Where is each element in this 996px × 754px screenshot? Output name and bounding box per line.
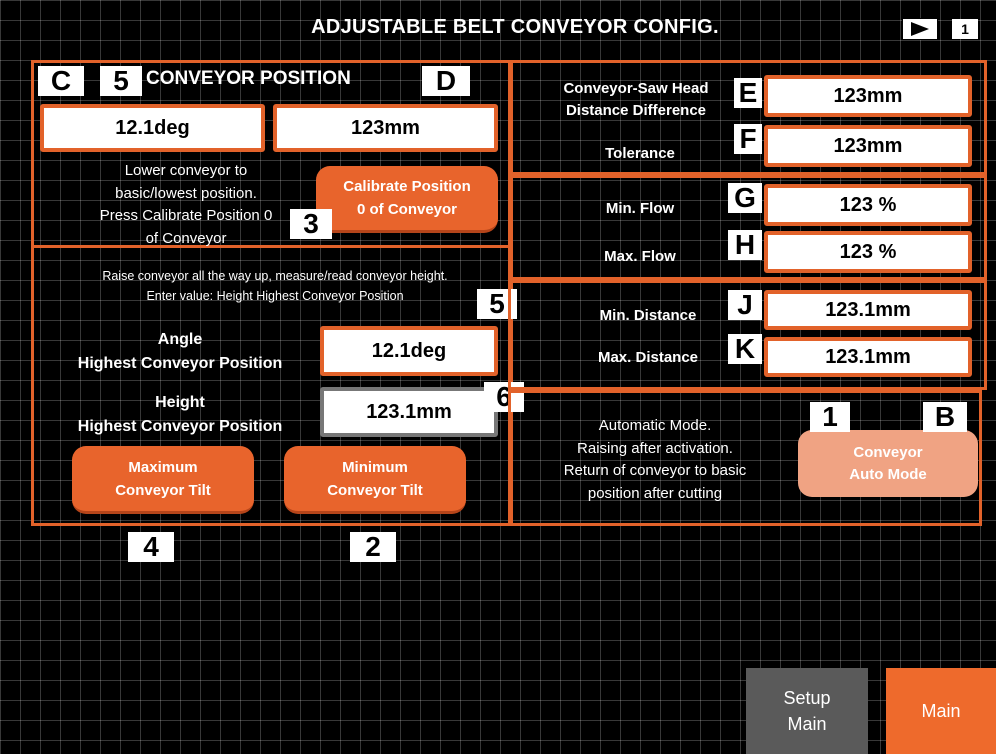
angle-highest-field[interactable]: 12.1deg xyxy=(320,326,498,376)
next-page-button[interactable] xyxy=(902,18,938,40)
label-line: Conveyor-Saw Head xyxy=(563,80,709,97)
distance-difference-field[interactable]: 123mm xyxy=(764,75,972,117)
min-distance-field[interactable]: 123.1mm xyxy=(764,290,972,330)
calibrate-instructions: Lower conveyor to basic/lowest position.… xyxy=(56,160,316,250)
max-flow-label: Max. Flow xyxy=(604,248,676,265)
conveyor-distance-field[interactable]: 123mm xyxy=(273,104,498,152)
page-indicator: 1 xyxy=(902,18,984,40)
tag-e: E xyxy=(734,78,762,108)
instruction-line: Enter value: Height Highest Conveyor Pos… xyxy=(146,289,404,303)
tag-j: J xyxy=(728,290,762,320)
main-button[interactable]: Main xyxy=(886,668,996,754)
tag-2: 2 xyxy=(350,532,396,562)
auto-mode-description: Automatic Mode. Raising after activation… xyxy=(530,415,780,505)
label-line: Highest Conveyor Position xyxy=(77,355,283,372)
button-label: Main xyxy=(787,714,827,734)
button-label: Conveyor Tilt xyxy=(327,481,423,499)
page-number: 1 xyxy=(952,19,978,39)
tolerance-label: Tolerance xyxy=(605,145,675,162)
page-title: ADJUSTABLE BELT CONVEYOR CONFIG. xyxy=(311,16,719,38)
description-line: Automatic Mode. xyxy=(598,417,712,434)
height-highest-field[interactable]: 123.1mm xyxy=(320,387,498,437)
description-line: Return of conveyor to basic xyxy=(563,462,747,479)
button-label: Auto Mode xyxy=(849,465,927,483)
min-flow-label: Min. Flow xyxy=(605,200,675,217)
button-label: Minimum xyxy=(342,458,408,476)
description-line: position after cutting xyxy=(587,484,723,502)
tag-k: K xyxy=(728,334,762,364)
tag-5: 5 xyxy=(100,66,142,96)
setup-main-button[interactable]: Setup Main xyxy=(746,668,868,754)
description-line: Raising after activation. xyxy=(577,439,733,457)
min-distance-label: Min. Distance xyxy=(599,307,697,324)
max-flow-field[interactable]: 123 % xyxy=(764,231,972,273)
label-line: Distance Difference xyxy=(565,102,707,119)
button-label: Conveyor Tilt xyxy=(115,481,211,499)
saw-head-diff-label: Conveyor-Saw Head Distance Difference xyxy=(540,78,732,122)
minimum-conveyor-tilt-button[interactable]: Minimum Conveyor Tilt xyxy=(284,446,466,514)
button-label: Maximum xyxy=(128,458,198,476)
tag-d: D xyxy=(422,66,470,96)
min-flow-field[interactable]: 123 % xyxy=(764,184,972,226)
button-label: Setup xyxy=(783,688,831,708)
tag-h: H xyxy=(728,230,762,260)
button-label: 0 of Conveyor xyxy=(356,201,458,218)
button-label: Conveyor xyxy=(853,443,923,461)
height-highest-label: Height Highest Conveyor Position xyxy=(50,391,310,439)
conveyor-angle-field[interactable]: 12.1deg xyxy=(40,104,265,152)
conveyor-auto-mode-button[interactable]: Conveyor Auto Mode xyxy=(798,430,978,497)
instruction-line: of Conveyor xyxy=(145,229,227,247)
tag-f: F xyxy=(734,124,762,154)
instruction-line: basic/lowest position. xyxy=(115,184,257,202)
label-line: Height xyxy=(155,394,205,411)
maximum-conveyor-tilt-button[interactable]: Maximum Conveyor Tilt xyxy=(72,446,254,514)
tag-g: G xyxy=(728,183,762,213)
tag-c: C xyxy=(38,66,84,96)
calibrate-position-button[interactable]: Calibrate Position 0 of Conveyor xyxy=(316,166,498,233)
tag-1: 1 xyxy=(810,402,850,432)
tag-b: B xyxy=(923,402,967,432)
angle-highest-label: Angle Highest Conveyor Position xyxy=(50,328,310,376)
tag-3: 3 xyxy=(290,209,332,239)
tag-4: 4 xyxy=(128,532,174,562)
tolerance-field[interactable]: 123mm xyxy=(764,125,972,167)
label-line: Highest Conveyor Position xyxy=(77,418,283,435)
instruction-line: Raise conveyor all the way up, measure/r… xyxy=(102,269,448,283)
highest-instructions: Raise conveyor all the way up, measure/r… xyxy=(40,266,510,306)
max-distance-label: Max. Distance xyxy=(597,349,699,366)
play-arrow-icon xyxy=(911,22,929,36)
label-line: Angle xyxy=(157,331,203,348)
section-title-conveyor-position: CONVEYOR POSITION xyxy=(146,68,351,89)
instruction-line: Press Calibrate Position 0 xyxy=(99,207,273,224)
button-label: Calibrate Position xyxy=(343,178,471,195)
instruction-line: Lower conveyor to xyxy=(124,162,248,179)
max-distance-field[interactable]: 123.1mm xyxy=(764,337,972,377)
